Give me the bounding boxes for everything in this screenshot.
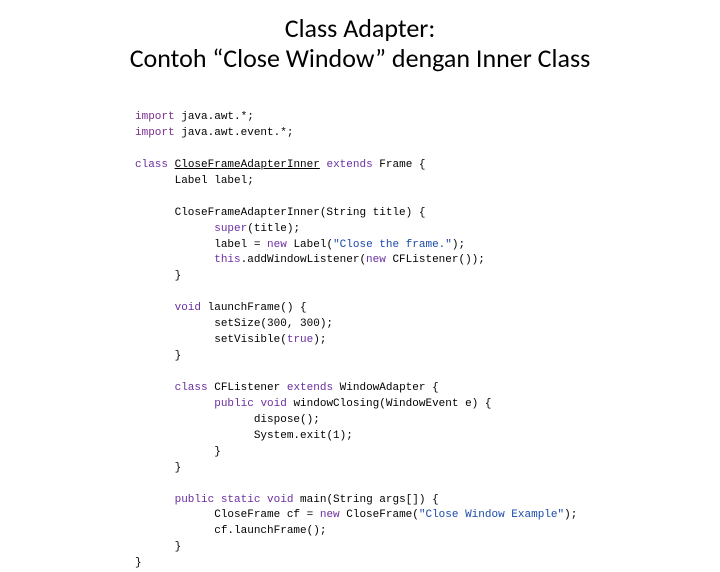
kw-void: void <box>260 398 286 410</box>
kw-void: void <box>175 302 201 314</box>
rbrace: } <box>175 541 182 553</box>
pkg1: java.awt.*; <box>181 111 254 123</box>
kw-super: super <box>214 223 247 235</box>
kw-extends: extends <box>287 382 333 394</box>
classname: CloseFrameAdapterInner <box>175 159 320 171</box>
title-line-1: Class Adapter: <box>285 12 436 44</box>
cflistener-a: CFListener <box>208 382 287 394</box>
cf-a: CloseFrame cf = <box>214 509 320 521</box>
kw-new: new <box>366 254 386 266</box>
kw-new: new <box>267 239 287 251</box>
rbrace: } <box>175 350 182 362</box>
label-assign-a: label = <box>214 239 267 251</box>
kw-void: void <box>267 494 293 506</box>
launchframe: launchFrame() { <box>201 302 307 314</box>
label-decl: Label label; <box>175 175 254 187</box>
super-arg: (title); <box>247 223 300 235</box>
addlistener-b: CFListener()); <box>386 254 485 266</box>
dispose: dispose(); <box>254 414 320 426</box>
windowclosing: windowClosing(WindowEvent e) { <box>287 398 492 410</box>
kw-true: true <box>287 334 313 346</box>
kw-class: class <box>175 382 208 394</box>
main: main(String args[]) { <box>293 494 438 506</box>
pkg2: java.awt.event.*; <box>181 127 293 139</box>
rbrace: } <box>175 462 182 474</box>
addlistener-a: .addWindowListener( <box>241 254 366 266</box>
cf-str: "Close Window Example" <box>419 509 564 521</box>
kw-public: public <box>175 494 215 506</box>
cf-launch: cf.launchFrame(); <box>214 525 326 537</box>
setvisible-b: ); <box>313 334 326 346</box>
label-str: "Close the frame." <box>333 239 452 251</box>
rbrace: } <box>135 557 142 569</box>
code-block: import java.awt.*; import java.awt.event… <box>135 110 577 572</box>
kw-import: import <box>135 127 175 139</box>
rbrace: } <box>214 446 221 458</box>
label-assign-b: Label( <box>287 239 333 251</box>
kw-static: static <box>221 494 261 506</box>
title-line-2: Contoh “Close Window” dengan Inner Class <box>130 42 591 74</box>
cf-c: ); <box>564 509 577 521</box>
windowadapter: WindowAdapter { <box>340 382 439 394</box>
kw-import: import <box>135 111 175 123</box>
kw-this: this <box>214 254 240 266</box>
kw-class: class <box>135 159 168 171</box>
frame: Frame { <box>379 159 425 171</box>
slide: Class Adapter: Contoh “Close Window” den… <box>0 0 720 540</box>
setvisible-a: setVisible( <box>214 334 287 346</box>
ctor: CloseFrameAdapterInner(String title) { <box>175 207 426 219</box>
kw-public: public <box>214 398 254 410</box>
cf-b: CloseFrame( <box>340 509 419 521</box>
setsize: setSize(300, 300); <box>214 318 333 330</box>
rbrace: } <box>175 270 182 282</box>
kw-new: new <box>320 509 340 521</box>
kw-extends: extends <box>326 159 372 171</box>
label-assign-c: ); <box>452 239 465 251</box>
systemexit: System.exit(1); <box>254 430 353 442</box>
slide-title: Class Adapter: Contoh “Close Window” den… <box>0 0 720 74</box>
